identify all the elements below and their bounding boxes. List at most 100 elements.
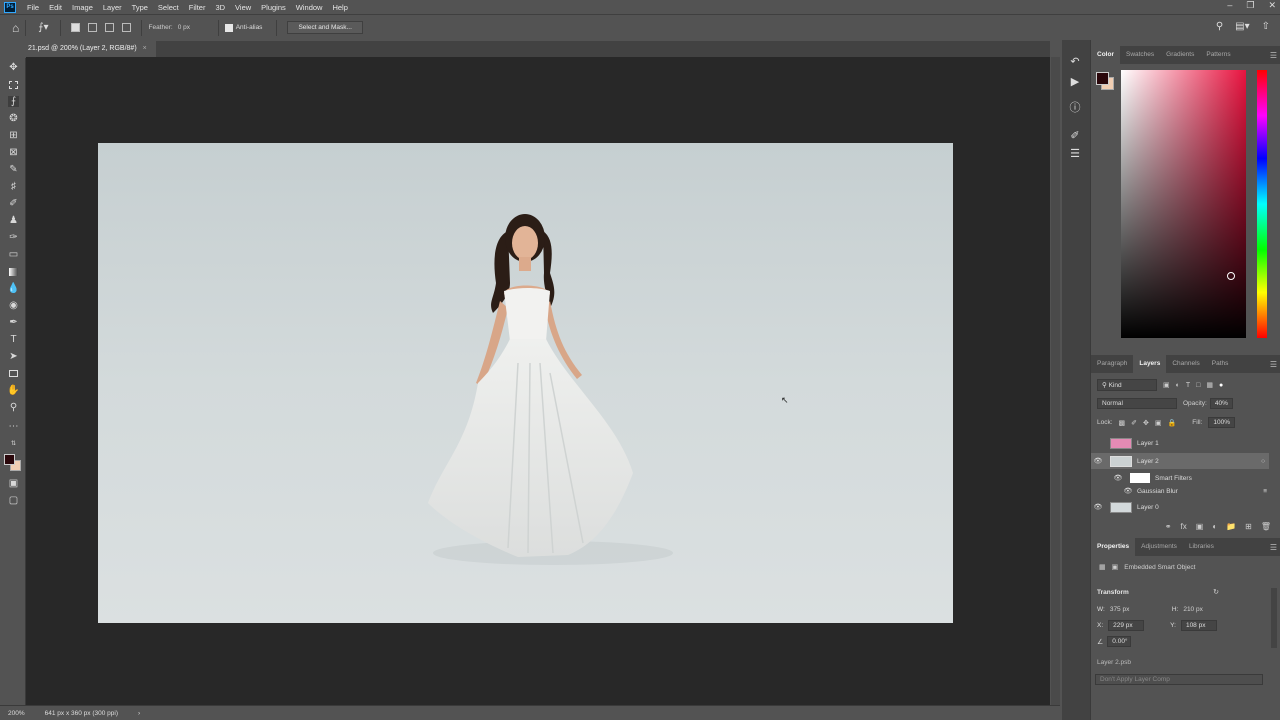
tab-patterns[interactable]: Patterns <box>1200 46 1236 64</box>
layer-row-layer-1[interactable]: Layer 1 <box>1091 435 1271 451</box>
crop-tool-icon[interactable]: ⊞ <box>8 130 19 141</box>
zoom-level[interactable]: 200% <box>8 710 25 717</box>
document-image[interactable] <box>98 143 953 623</box>
add-mask-icon[interactable]: ▣ <box>1196 522 1204 531</box>
quick-selection-tool-icon[interactable]: ❂ <box>8 113 19 124</box>
brush-tool-icon[interactable]: ✐ <box>8 198 19 209</box>
menu-filter[interactable]: Filter <box>184 3 211 12</box>
height-input[interactable]: 210 px <box>1183 606 1203 613</box>
move-tool-icon[interactable]: ✥ <box>8 62 19 73</box>
width-input[interactable]: 375 px <box>1110 606 1172 613</box>
tab-paths[interactable]: Paths <box>1206 355 1235 373</box>
type-tool-icon[interactable]: T <box>8 334 19 345</box>
intersect-selection-icon[interactable] <box>122 23 132 32</box>
layer-comp-select[interactable]: Don't Apply Layer Comp <box>1095 674 1263 685</box>
fill-input[interactable]: 100% <box>1208 417 1235 428</box>
swap-colors-icon[interactable]: ⇅ <box>8 438 19 449</box>
minimize-icon[interactable]: – <box>1227 0 1232 11</box>
antialias-checkbox[interactable] <box>224 23 233 32</box>
layer-row-layer-0[interactable]: 👁 Layer 0 <box>1091 499 1271 515</box>
restore-icon[interactable]: ❐ <box>1246 0 1254 11</box>
lock-image-icon[interactable]: ✐ <box>1131 419 1137 427</box>
tab-channels[interactable]: Channels <box>1166 355 1205 373</box>
menu-view[interactable]: View <box>230 3 256 12</box>
hue-slider[interactable] <box>1257 70 1267 338</box>
blend-mode-select[interactable]: Normal <box>1097 398 1177 409</box>
rectangle-tool-icon[interactable] <box>8 368 19 379</box>
eraser-tool-icon[interactable]: ▭ <box>8 249 19 260</box>
actions-panel-icon[interactable]: ▶ <box>1068 74 1082 88</box>
tab-layers[interactable]: Layers <box>1133 355 1167 373</box>
tab-color[interactable]: Color <box>1091 46 1120 64</box>
y-input[interactable]: 108 px <box>1180 620 1217 631</box>
eye-icon[interactable]: 👁 <box>1091 457 1105 465</box>
lock-transparent-icon[interactable]: ▩ <box>1119 419 1126 427</box>
menu-file[interactable]: File <box>22 3 44 12</box>
eye-icon[interactable]: 👁 <box>1091 503 1105 511</box>
delete-layer-icon[interactable]: 🗑 <box>1261 522 1271 531</box>
filter-smart-object-icon[interactable]: ▦ <box>1206 381 1213 389</box>
menu-image[interactable]: Image <box>67 3 98 12</box>
zoom-tool-icon[interactable]: ⚲ <box>8 402 19 413</box>
eyedropper-tool-icon[interactable]: ✎ <box>8 164 19 175</box>
healing-brush-tool-icon[interactable]: ♯ <box>8 181 19 192</box>
hand-tool-icon[interactable]: ✋ <box>7 385 19 396</box>
tab-properties[interactable]: Properties <box>1091 538 1136 556</box>
more-tools-icon[interactable]: ⋯ <box>8 421 19 432</box>
menu-plugins[interactable]: Plugins <box>256 3 291 12</box>
gradient-tool-icon[interactable] <box>8 266 19 277</box>
add-selection-icon[interactable] <box>88 23 98 32</box>
x-input[interactable]: 229 px <box>1108 620 1145 631</box>
workspace-icon[interactable]: ▤▾ <box>1235 21 1249 32</box>
menu-select[interactable]: Select <box>153 3 184 12</box>
new-adjustment-icon[interactable]: ◐ <box>1212 522 1217 531</box>
link-layers-icon[interactable]: ⚭ <box>1165 522 1172 531</box>
foreground-color-swatch[interactable] <box>4 454 15 465</box>
lock-artboard-icon[interactable]: ▣ <box>1155 419 1162 427</box>
lasso-tool-icon[interactable]: ⨍ <box>8 96 19 107</box>
angle-input[interactable]: 0.00° <box>1107 636 1132 647</box>
color-picker-field[interactable] <box>1121 70 1246 338</box>
menu-layer[interactable]: Layer <box>98 3 127 12</box>
select-and-mask-button[interactable]: Select and Mask... <box>287 21 363 34</box>
new-selection-icon[interactable] <box>71 23 81 32</box>
feather-input[interactable]: 0 px <box>178 24 212 31</box>
color-picker-handle[interactable] <box>1227 272 1235 280</box>
brush-settings-icon[interactable]: ✐ <box>1068 128 1082 142</box>
home-icon[interactable]: ⌂ <box>12 21 19 35</box>
lock-all-icon[interactable]: 🔒 <box>1168 419 1177 427</box>
search-icon[interactable]: ⚲ <box>1216 21 1223 32</box>
menu-help[interactable]: Help <box>327 3 352 12</box>
opacity-input[interactable]: 40% <box>1209 398 1233 409</box>
history-brush-tool-icon[interactable]: ✑ <box>8 232 19 243</box>
filter-options-icon[interactable]: ≡ <box>1263 488 1267 495</box>
tab-swatches[interactable]: Swatches <box>1120 46 1160 64</box>
new-group-icon[interactable]: 📁 <box>1226 522 1236 531</box>
close-icon[interactable]: ✕ <box>1268 0 1276 11</box>
history-panel-icon[interactable]: ↶ <box>1068 54 1082 68</box>
filter-toggle-icon[interactable]: ● <box>1219 382 1223 389</box>
canvas-area[interactable]: ↖ <box>26 57 1050 705</box>
lock-position-icon[interactable]: ✥ <box>1143 419 1149 427</box>
menu-window[interactable]: Window <box>291 3 328 12</box>
frame-tool-icon[interactable]: ⊠ <box>8 147 19 158</box>
menu-edit[interactable]: Edit <box>44 3 67 12</box>
info-panel-icon[interactable]: ⓘ <box>1068 100 1082 114</box>
tab-libraries[interactable]: Libraries <box>1183 538 1220 556</box>
tab-adjustments[interactable]: Adjustments <box>1135 538 1183 556</box>
vertical-scrollbar[interactable] <box>1051 57 1060 705</box>
fx-icon[interactable]: fx <box>1181 522 1187 531</box>
blur-tool-icon[interactable]: 💧 <box>7 283 19 294</box>
lasso-tool-preset-icon[interactable]: ⨍▾ <box>38 22 48 33</box>
tab-gradients[interactable]: Gradients <box>1160 46 1200 64</box>
share-icon[interactable]: ⇧ <box>1262 21 1270 32</box>
filter-adjustment-icon[interactable]: ◐ <box>1176 382 1180 389</box>
path-selection-tool-icon[interactable]: ➤ <box>8 351 19 362</box>
menu-3d[interactable]: 3D <box>210 3 230 12</box>
tab-paragraph[interactable]: Paragraph <box>1091 355 1133 373</box>
adjustments-panel-icon[interactable]: ☰ <box>1068 146 1082 160</box>
layer-row-layer-2[interactable]: 👁 Layer 2 ○ <box>1091 453 1269 469</box>
properties-scrollbar[interactable] <box>1271 588 1277 648</box>
reset-transform-icon[interactable]: ↻ <box>1213 588 1219 596</box>
dodge-tool-icon[interactable]: ◉ <box>8 300 19 311</box>
